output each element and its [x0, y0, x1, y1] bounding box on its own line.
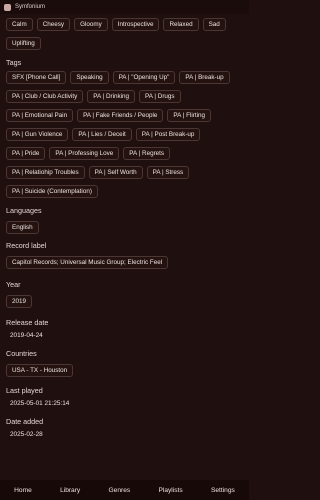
tag-chip[interactable]: PA | Gun Violence — [6, 128, 69, 141]
date-added-value: 2025-02-28 — [10, 431, 43, 438]
tag-chip[interactable]: PA | Regrets — [123, 147, 171, 160]
tag-chips: SFX [Phone Call] Speaking PA | "Opening … — [0, 68, 249, 201]
date-added-heading: Date added — [6, 417, 44, 426]
tag-chip[interactable]: PA | Fake Friends / People — [77, 109, 164, 122]
tag-chip[interactable]: PA | Pride — [6, 147, 46, 160]
mood-chip[interactable]: Uplifting — [6, 37, 41, 50]
tag-chip[interactable]: PA | Self Worth — [88, 166, 143, 179]
tag-chip[interactable]: Speaking — [70, 71, 109, 84]
tag-chip[interactable]: PA | Lies / Deceit — [72, 128, 132, 141]
mood-chip[interactable]: Cheesy — [36, 18, 71, 31]
tag-chip[interactable]: PA | Club / Club Activity — [6, 90, 84, 103]
last-played-value: 2025-05-01 21:25:14 — [10, 400, 70, 407]
mood-chip[interactable]: Calm — [6, 18, 33, 31]
title-bar: Symfonium — [0, 0, 249, 14]
tag-chip[interactable]: PA | Stress — [146, 166, 190, 179]
country-chip[interactable]: USA - TX - Houston — [6, 364, 74, 377]
tag-chip[interactable]: PA | Relatiohip Troubles — [6, 166, 85, 179]
nav-settings[interactable]: Settings — [211, 487, 235, 494]
last-played-heading: Last played — [6, 386, 43, 395]
record-label-heading: Record label — [6, 241, 47, 250]
mood-chips: Calm Cheesy Gloomy Introspective Relaxed… — [0, 15, 249, 53]
languages-heading: Languages — [6, 206, 42, 215]
mood-chip[interactable]: Gloomy — [74, 18, 108, 31]
nav-playlists[interactable]: Playlists — [158, 487, 182, 494]
tag-chip[interactable]: PA | Emotional Pain — [6, 109, 74, 122]
tag-chip[interactable]: PA | Drugs — [139, 90, 181, 103]
app-logo-icon — [4, 3, 11, 11]
bottom-navigation: Home Library Genres Playlists Settings — [0, 480, 249, 500]
tag-chip[interactable]: PA | Drinking — [87, 90, 136, 103]
tags-heading: Tags — [6, 58, 22, 67]
tag-chip[interactable]: SFX [Phone Call] — [6, 71, 67, 84]
record-label-chip[interactable]: Capitol Records; Universal Music Group; … — [6, 256, 169, 269]
tag-chip[interactable]: PA | Professing Love — [49, 147, 120, 160]
countries-heading: Countries — [6, 349, 37, 358]
nav-home[interactable]: Home — [14, 487, 32, 494]
tag-chip[interactable]: PA | Flirting — [167, 109, 212, 122]
year-heading: Year — [6, 280, 21, 289]
mood-chip[interactable]: Relaxed — [163, 18, 199, 31]
release-date-value: 2019-04-24 — [10, 332, 43, 339]
mood-chip[interactable]: Sad — [202, 18, 226, 31]
nav-library[interactable]: Library — [60, 487, 80, 494]
tag-chip[interactable]: PA | "Opening Up" — [112, 71, 176, 84]
mood-chip[interactable]: Introspective — [111, 18, 160, 31]
window-title: Symfonium — [15, 4, 46, 10]
language-chip[interactable]: English — [6, 221, 39, 234]
tag-chip[interactable]: PA | Post Break-up — [135, 128, 201, 141]
tag-chip[interactable]: PA | Suicide (Contemplation) — [6, 185, 98, 198]
year-chip[interactable]: 2019 — [6, 295, 33, 308]
release-date-heading: Release date — [6, 318, 49, 327]
tag-chip[interactable]: PA | Break-up — [179, 71, 230, 84]
nav-genres[interactable]: Genres — [109, 487, 131, 494]
